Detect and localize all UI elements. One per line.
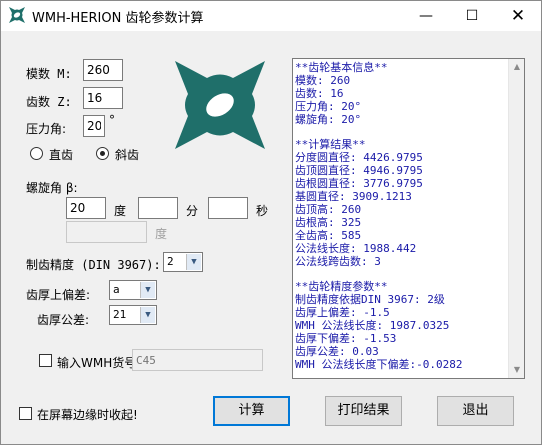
helix-degrees-unit: 度 — [114, 204, 127, 218]
module-input[interactable] — [83, 59, 123, 81]
tolerance-select-value: 21 — [113, 308, 127, 321]
precision-label: 制齿精度 (DIN 3967): — [26, 258, 161, 272]
herion-logo — [175, 61, 265, 149]
helix-minutes-unit: 分 — [186, 204, 199, 218]
helix-seconds-unit: 秒 — [256, 204, 269, 218]
helix-total-degrees-unit: 度 — [155, 227, 168, 241]
helical-gear-radio[interactable] — [96, 147, 109, 160]
precision-select-value: 2 — [167, 255, 174, 268]
upper-deviation-label: 齿厚上偏差: — [26, 288, 91, 302]
app-window: WMH-HERION 齿轮参数计算 — ☐ ✕ 模数 M: 齿数 Z: 压力角:… — [0, 0, 542, 445]
wmh-part-checkbox[interactable] — [39, 354, 52, 367]
helix-seconds-input[interactable] — [208, 197, 248, 219]
upper-deviation-select[interactable]: a ▼ — [109, 280, 157, 300]
results-textarea[interactable]: **齿轮基本信息** 模数: 260 齿数: 16 压力角: 20° 螺旋角: … — [292, 58, 525, 379]
helix-angle-label: 螺旋角 β: — [26, 181, 78, 195]
spur-gear-label: 直齿 — [49, 148, 74, 162]
helical-gear-label: 斜齿 — [115, 148, 140, 162]
scroll-up-icon[interactable]: ▲ — [509, 59, 524, 75]
helix-total-degrees-field — [66, 221, 147, 243]
pressure-angle-unit: ° — [109, 113, 115, 127]
results-text: **齿轮基本信息** 模数: 260 齿数: 16 压力角: 20° 螺旋角: … — [295, 61, 463, 371]
exit-button[interactable]: 退出 — [437, 396, 514, 426]
pressure-angle-input[interactable] — [83, 115, 105, 137]
wmh-part-label: 输入WMH货号 — [57, 356, 137, 370]
collapse-at-edge-label: 在屏幕边缘时收起! — [37, 408, 138, 422]
chevron-down-icon[interactable]: ▼ — [140, 282, 155, 298]
precision-select[interactable]: 2 ▼ — [163, 252, 203, 272]
helix-minutes-input[interactable] — [138, 197, 178, 219]
collapse-at-edge-checkbox[interactable] — [19, 407, 32, 420]
close-button[interactable]: ✕ — [495, 1, 541, 31]
window-title: WMH-HERION 齿轮参数计算 — [32, 11, 204, 26]
title-bar: WMH-HERION 齿轮参数计算 — ☐ ✕ — [1, 1, 541, 31]
chevron-down-icon[interactable]: ▼ — [186, 254, 201, 270]
teeth-label: 齿数 Z: — [26, 95, 72, 109]
scroll-down-icon[interactable]: ▼ — [509, 362, 524, 378]
helix-degrees-input[interactable] — [66, 197, 106, 219]
minimize-button[interactable]: — — [403, 1, 449, 31]
wmh-part-input[interactable] — [132, 349, 263, 371]
herion-logo-icon — [9, 7, 25, 23]
maximize-button[interactable]: ☐ — [449, 1, 495, 31]
print-results-button[interactable]: 打印结果 — [325, 396, 402, 426]
tolerance-label: 齿厚公差: — [37, 313, 90, 327]
tolerance-select[interactable]: 21 ▼ — [109, 305, 157, 325]
module-label: 模数 M: — [26, 67, 72, 81]
pressure-angle-label: 压力角: — [26, 122, 67, 136]
teeth-input[interactable] — [83, 87, 123, 109]
spur-gear-radio[interactable] — [30, 147, 43, 160]
calculate-button[interactable]: 计算 — [213, 396, 290, 426]
chevron-down-icon[interactable]: ▼ — [140, 307, 155, 323]
results-scrollbar[interactable]: ▲ ▼ — [508, 59, 524, 378]
upper-deviation-select-value: a — [113, 283, 120, 296]
